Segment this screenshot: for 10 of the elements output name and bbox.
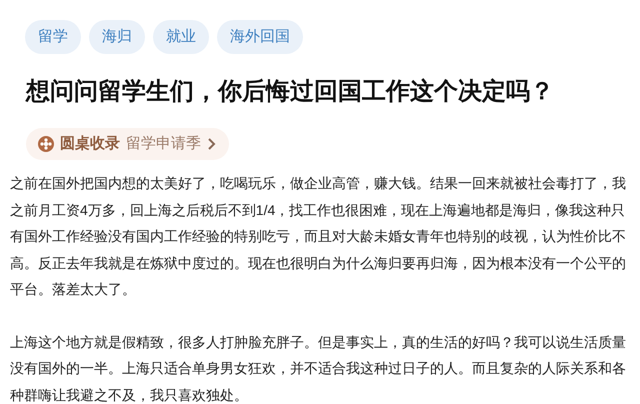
roundtable-chip[interactable]: 圆桌收录 留学申请季 xyxy=(26,128,229,160)
answer-paragraph: 上海这个地方就是假精致，很多人打肿脸充胖子。但是事实上，真的生活的好吗？我可以说生活质量没有国外的一半。上海只适合单身男女狂欢，并不适合我这种过日子的人。而且复杂的人际关系和各种群嗨让我避之不及，我只喜欢独处。 xyxy=(10,332,626,404)
flower-icon xyxy=(38,136,54,152)
topic-tag[interactable]: 海外回国 xyxy=(217,20,303,54)
question-title: 想问问留学生们，你后悔过回国工作这个决定吗？ xyxy=(24,77,555,107)
topic-tag[interactable]: 留学 xyxy=(25,20,81,54)
topic-tag[interactable]: 海归 xyxy=(89,20,145,54)
answer-paragraph: 之前在国外把国内想的太美好了，吃喝玩乐，做企业高管，赚大钱。结果一回来就被社会毒打了，我之前月工资4万多，回上海之后税后不到1/4，找工作也很困难，现在上海遍地都是海归，像我这种只有国外工作经验没有国内工作经验的特别吃亏，而且对大龄未婚女青年也特别的歧视，认为性价比不高。反正去年我就是在炼狱中度过的。现在也很明白为什么海归要再归海，因为根本没有一个公平的平台。落差太大了。 xyxy=(10,174,626,299)
chevron-right-icon xyxy=(207,137,217,151)
topic-tag[interactable]: 就业 xyxy=(153,20,209,54)
